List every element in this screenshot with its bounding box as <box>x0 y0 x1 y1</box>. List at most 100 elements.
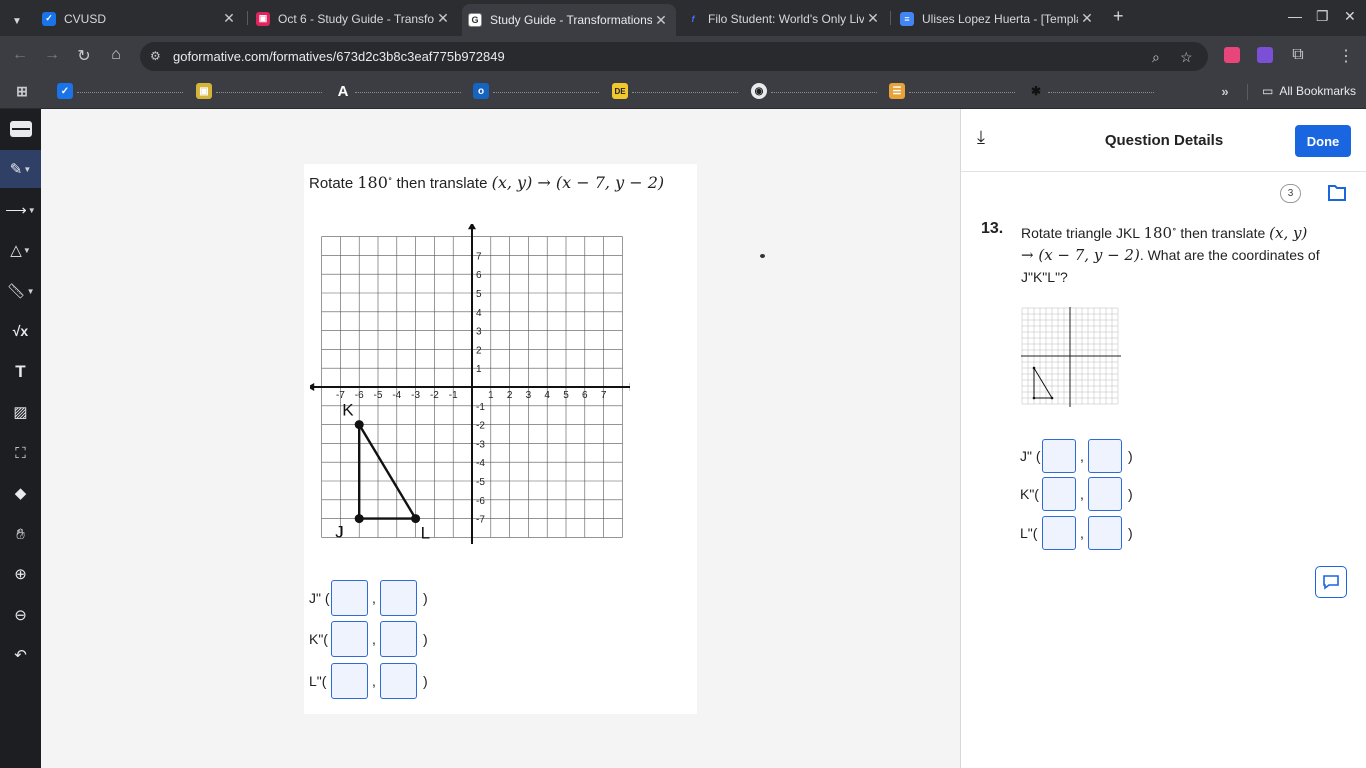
y-tick-label: -6 <box>476 496 485 507</box>
forward-icon[interactable]: → <box>41 46 63 64</box>
answer-l-x-input[interactable] <box>331 663 368 699</box>
answer-j-y-input[interactable] <box>380 580 417 616</box>
text-tool[interactable]: T <box>0 353 41 391</box>
close-window-icon[interactable]: ✕ <box>1344 8 1356 25</box>
ruler-tool[interactable]: 📏︎ ▼ <box>0 272 41 310</box>
panel-answer-j-x-input[interactable] <box>1042 439 1076 473</box>
answer-l-y-input[interactable] <box>380 663 417 699</box>
bookmark-1-icon[interactable]: ✓ <box>57 83 73 99</box>
panel-answer-l-x-input[interactable] <box>1042 516 1076 550</box>
toolbar-collapse-button[interactable] <box>0 110 41 148</box>
zoom-icon[interactable]: ⌕ <box>1152 49 1160 66</box>
x-tick-label: -2 <box>430 390 439 401</box>
shapes-tool[interactable]: △ ▼ <box>0 231 41 269</box>
rubric-icon[interactable] <box>1327 184 1347 202</box>
bookmark-5-label[interactable] <box>632 92 738 93</box>
close-tab-icon[interactable]: ✕ <box>652 12 670 29</box>
thumb-vertex <box>1032 366 1036 370</box>
all-bookmarks-button[interactable]: ▭ All Bookmarks <box>1262 84 1356 98</box>
x-tick-label: 3 <box>526 390 532 401</box>
answer-k-y-input[interactable] <box>380 621 417 657</box>
bookmark-star-icon[interactable]: ☆ <box>1180 49 1193 66</box>
bookmark-3-icon[interactable]: A <box>335 83 351 100</box>
close-tab-icon[interactable]: ✕ <box>1078 10 1096 27</box>
home-icon[interactable]: ⌂ <box>105 46 127 64</box>
comment-icon <box>1323 575 1339 590</box>
tab-search-button[interactable]: ▼ <box>8 8 28 35</box>
new-tab-icon[interactable]: + <box>1113 6 1124 27</box>
back-icon[interactable]: ← <box>9 46 31 64</box>
bookmark-2-icon[interactable]: ▣ <box>196 83 212 99</box>
url-text[interactable]: goformative.com/formatives/673d2c3b8c3ea… <box>173 49 505 64</box>
student-canvas[interactable]: Rotate 180∘ then translate (x, y) → (x −… <box>41 109 960 768</box>
thumb-triangle <box>1033 366 1053 399</box>
thumb-vertex <box>1032 396 1036 400</box>
x-tick-label: 5 <box>563 390 569 401</box>
arrow-icon: ⟶ <box>5 202 27 219</box>
done-button[interactable]: Done <box>1295 125 1351 157</box>
apps-grid-icon[interactable]: ⊞ <box>14 83 30 99</box>
hand-tool[interactable]: ✋︎ <box>0 515 41 553</box>
browser-tab-filo[interactable]: f Filo Student: World's Only Live ✕ <box>680 5 888 32</box>
bookmark-2-label[interactable] <box>216 92 322 93</box>
browser-tab-study-guide[interactable]: G Study Guide - Transformations ✕ <box>462 4 676 36</box>
equation-tool[interactable]: √x <box>0 312 41 350</box>
bookmark-7-icon[interactable]: ☰ <box>889 83 905 99</box>
answer-close-paren: ) <box>423 673 428 689</box>
pen-tool[interactable]: ✎ ▼ <box>0 150 41 188</box>
bookmark-6-icon[interactable]: ◉ <box>751 83 767 99</box>
close-tab-icon[interactable]: ✕ <box>220 10 238 27</box>
reload-icon[interactable]: ↻ <box>73 46 95 66</box>
zoom-out-tool[interactable]: ⊖ <box>0 596 41 634</box>
undo-tool[interactable]: ↶ <box>0 636 41 674</box>
omnibox[interactable]: ⚙ goformative.com/formatives/673d2c3b8c3… <box>140 42 1208 71</box>
extensions-puzzle-icon[interactable]: ⧉ <box>1287 46 1309 64</box>
x-tick-label: -6 <box>355 390 364 401</box>
x-tick-label: 2 <box>507 390 513 401</box>
browser-tab-strip: ▼ ✓ CVUSD ✕ ▣ Oct 6 - Study Guide - Tran… <box>0 0 1366 36</box>
close-tab-icon[interactable]: ✕ <box>434 10 452 27</box>
eraser-tool[interactable]: ◆ <box>0 474 41 512</box>
extension-record-icon[interactable] <box>1224 47 1240 63</box>
answer-j-x-input[interactable] <box>331 580 368 616</box>
panel-answer-k-x-input[interactable] <box>1042 477 1076 511</box>
arrow-tool[interactable]: ⟶ ▼ <box>0 191 41 229</box>
bookmark-8-label[interactable] <box>1048 92 1154 93</box>
x-tick-label: -7 <box>336 390 345 401</box>
site-info-icon[interactable]: ⚙ <box>150 49 161 63</box>
more-bookmarks-icon[interactable]: » <box>1217 83 1233 99</box>
panel-answer-k-y-input[interactable] <box>1088 477 1122 511</box>
bookmark-7-label[interactable] <box>909 92 1015 93</box>
bookmark-4-label[interactable] <box>493 92 599 93</box>
browser-menu-icon[interactable]: ⋮ <box>1335 46 1357 66</box>
zoom-in-tool[interactable]: ⊕ <box>0 555 41 593</box>
points-badge: 3 <box>1280 184 1301 203</box>
answer-k-x-input[interactable] <box>331 621 368 657</box>
resize-tool[interactable]: ⛶ <box>0 434 41 472</box>
close-tab-icon[interactable]: ✕ <box>864 10 882 27</box>
browser-tab-oct6[interactable]: ▣ Oct 6 - Study Guide - Transform ✕ <box>250 5 458 32</box>
zoom-out-icon: ⊖ <box>14 607 27 624</box>
image-tool[interactable]: ▨ <box>0 393 41 431</box>
bookmark-8-icon[interactable]: ✱ <box>1028 83 1044 99</box>
coordinate-grid: -7 -6 -5 -4 -3 -2 -1 1 2 3 4 5 6 77654321-1-2-3-4-5-6… <box>310 224 630 544</box>
panel-answer-j-y-input[interactable] <box>1088 439 1122 473</box>
bookmark-6-label[interactable] <box>771 92 877 93</box>
bookmark-1-label[interactable] <box>77 92 183 93</box>
browser-tab-cvusd[interactable]: ✓ CVUSD ✕ <box>36 5 244 32</box>
restore-icon[interactable]: ❐ <box>1316 8 1329 25</box>
minimize-icon[interactable]: — <box>1288 8 1302 24</box>
tab-separator <box>247 11 248 25</box>
cvusd-icon: ✓ <box>42 11 56 26</box>
answer-close-paren: ) <box>423 631 428 647</box>
answer-label-j: J" ( <box>309 590 330 606</box>
browser-tab-docs[interactable]: ≡ Ulises Lopez Huerta - [Templat ✕ <box>894 5 1102 32</box>
bookmark-3-label[interactable] <box>355 92 461 93</box>
panel-answer-l-y-input[interactable] <box>1088 516 1122 550</box>
comment-button[interactable] <box>1315 566 1347 598</box>
x-tick-label: -1 <box>449 390 458 401</box>
bookmark-5-icon[interactable]: DE <box>612 83 628 99</box>
y-tick-label: -2 <box>476 421 485 432</box>
extension-tm-icon[interactable] <box>1257 47 1273 63</box>
bookmark-4-icon[interactable]: o <box>473 83 489 99</box>
